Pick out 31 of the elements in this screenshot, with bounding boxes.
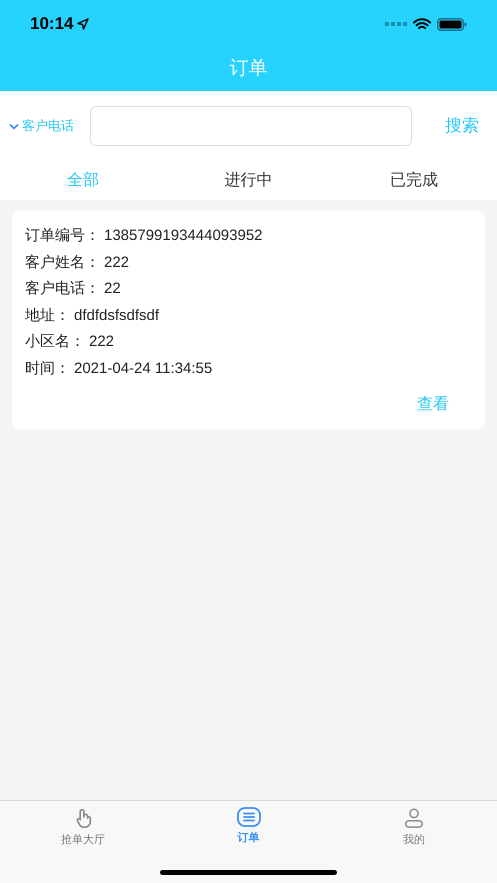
- field-value: dfdfdsfsdfsdf: [74, 306, 160, 326]
- chevron-down-icon: [9, 122, 19, 130]
- filter-dropdown[interactable]: 客户电话: [9, 116, 89, 136]
- list-icon: [236, 807, 260, 827]
- field-value: 1385799193444093952: [104, 226, 263, 246]
- field-label: 订单编号：: [25, 226, 100, 246]
- search-button[interactable]: 搜索: [445, 113, 479, 139]
- field-value: 2021-04-24 11:34:55: [74, 358, 212, 378]
- tab-bar-item[interactable]: 抢单大厅: [0, 807, 166, 848]
- person-icon: [403, 807, 426, 829]
- wifi-icon: [413, 18, 431, 30]
- field-label: 地址：: [25, 306, 70, 326]
- tab-bar-item[interactable]: 订单: [166, 807, 332, 848]
- status-time: 10:14: [30, 13, 74, 36]
- field-label: 时间：: [25, 358, 70, 378]
- battery-icon: [437, 18, 467, 30]
- field-label: 小区名：: [25, 332, 85, 352]
- field-label: 客户电话：: [25, 279, 100, 299]
- location-arrow-icon: [77, 18, 90, 30]
- tab-bar-item[interactable]: 我的: [331, 807, 497, 848]
- filter-tab[interactable]: 进行中: [166, 168, 332, 192]
- field-value: 22: [104, 279, 121, 299]
- page-title: 订单: [230, 57, 268, 82]
- field-value: 222: [89, 332, 114, 352]
- field-value: 222: [104, 252, 130, 272]
- search-field[interactable]: [90, 106, 412, 146]
- filter-tab[interactable]: 已完成: [331, 168, 497, 192]
- filter-tab[interactable]: 全部: [0, 168, 166, 192]
- view-link[interactable]: 查看: [417, 393, 449, 417]
- field-label: 客户姓名：: [25, 252, 100, 272]
- signal-icon: [385, 22, 407, 26]
